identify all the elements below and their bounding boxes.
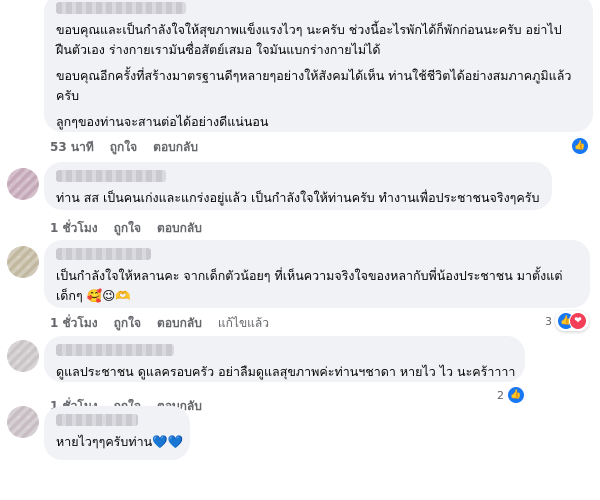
comment-bubble: ดูแลประชาชน ดูแลครอบครัว อย่าลืมดูแลสุขภ… (44, 336, 525, 382)
comment-text: ท่าน สส เป็นคนเก่งและแกร่งอยู่แล้ว เป็นก… (56, 190, 540, 205)
avatar[interactable] (7, 406, 39, 438)
author-name-blurred[interactable] (56, 170, 166, 182)
reply-button[interactable]: ตอบกลับ (157, 314, 202, 333)
author-name-blurred[interactable] (56, 344, 174, 356)
author-name-blurred[interactable] (56, 248, 151, 260)
comment-text: ลูกๆของท่านจะสานต่อได้อย่างดีแน่นอน (56, 114, 269, 129)
avatar[interactable] (7, 168, 39, 200)
comment-actions: 1 ชั่วโมง ถูกใจ ตอบกลับ แก้ไขแล้ว (50, 314, 269, 333)
timestamp[interactable]: 53 นาที (50, 138, 94, 157)
comment-text: ครับ (56, 88, 80, 103)
comment-text: ดูแลประชาชน ดูแลครอบครัว อย่าลืมดูแลสุขภ… (56, 364, 516, 379)
reaction-count: 3 (545, 314, 552, 328)
author-name-blurred[interactable] (56, 414, 138, 426)
like-button[interactable]: ถูกใจ (114, 314, 141, 333)
edited-label[interactable]: แก้ไขแล้ว (218, 314, 269, 333)
author-name-blurred[interactable] (56, 2, 186, 14)
reaction-icons: 👍 ❤ (555, 311, 589, 331)
reaction-summary[interactable]: 2 👍 (497, 386, 525, 404)
reply-button[interactable]: ตอบกลับ (157, 219, 202, 238)
comment-text: หายไวๆๆครับท่าน💙💙 (56, 434, 184, 449)
comment-bubble: ขอบคุณและเป็นกำลังใจให้สุขภาพแข็งแรงไวๆ … (44, 0, 593, 132)
reaction-summary[interactable]: 👍 (571, 137, 589, 155)
comment-text: ขอบคุณอีกครั้งที่สร้างมาตรฐานดีๆหลายๆอย่… (56, 68, 572, 83)
timestamp[interactable]: 1 ชั่วโมง (50, 219, 98, 238)
thumbs-up-icon: 👍 (507, 386, 525, 404)
timestamp[interactable]: 1 ชั่วโมง (50, 314, 98, 333)
thumbs-up-icon: 👍 (571, 137, 589, 155)
comment-actions: 1 ชั่วโมง ถูกใจ ตอบกลับ (50, 219, 202, 238)
comment-actions: 53 นาที ถูกใจ ตอบกลับ (50, 138, 198, 157)
comment-bubble: หายไวๆๆครับท่าน💙💙 (44, 406, 190, 460)
comment-text: เป็นกำลังใจให้หลานคะ จากเด็กตัวน้อยๆ ที่… (56, 268, 563, 283)
like-button[interactable]: ถูกใจ (110, 138, 137, 157)
comment-text: ฝืนตัวเอง ร่างกายเรามันซื่อสัตย์เสมอ ใจม… (56, 42, 381, 57)
comment-bubble: ท่าน สส เป็นคนเก่งและแกร่งอยู่แล้ว เป็นก… (44, 162, 552, 210)
reaction-summary[interactable]: 3 👍 ❤ (545, 311, 589, 331)
heart-icon: ❤ (569, 312, 587, 330)
comment-bubble: เป็นกำลังใจให้หลานคะ จากเด็กตัวน้อยๆ ที่… (44, 240, 590, 308)
reaction-count: 2 (497, 388, 504, 402)
comment-text: เด็กๆ 🥰😉🫶 (56, 288, 131, 303)
avatar[interactable] (7, 340, 39, 372)
like-button[interactable]: ถูกใจ (114, 219, 141, 238)
comment-text: ขอบคุณและเป็นกำลังใจให้สุขภาพแข็งแรงไวๆ … (56, 22, 562, 37)
avatar[interactable] (7, 246, 39, 278)
reply-button[interactable]: ตอบกลับ (153, 138, 198, 157)
